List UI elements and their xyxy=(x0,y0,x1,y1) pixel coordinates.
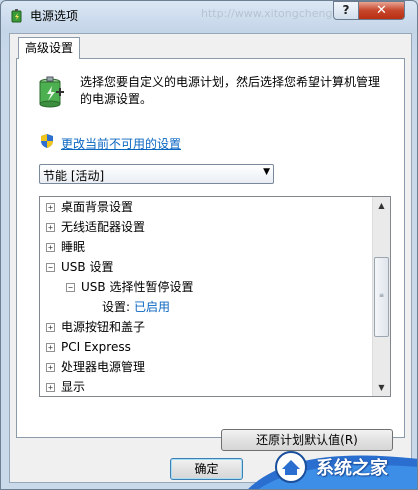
title-bar[interactable]: 电源选项 http://www.xitongcheng.com ? ✕ xyxy=(1,1,417,29)
tree-item-processor-power[interactable]: + 处理器电源管理 xyxy=(46,357,145,377)
expand-icon[interactable]: + xyxy=(46,223,55,232)
expand-icon[interactable]: + xyxy=(46,323,55,332)
change-unavailable-settings-link[interactable]: 更改当前不可用的设置 xyxy=(61,135,181,152)
collapse-icon[interactable]: − xyxy=(46,263,55,272)
scrollbar-thumb[interactable]: ≡ xyxy=(374,257,389,337)
collapse-icon[interactable]: − xyxy=(66,283,75,292)
expand-icon[interactable]: + xyxy=(46,243,55,252)
tree-item-label: USB 选择性暂停设置 xyxy=(81,280,194,294)
expand-icon[interactable]: + xyxy=(46,383,55,392)
expand-icon[interactable]: + xyxy=(46,343,55,352)
help-button[interactable]: ? xyxy=(333,1,359,20)
tree-item-label: 处理器电源管理 xyxy=(61,360,146,374)
power-plan-dropdown[interactable]: 节能 [活动] ▼ xyxy=(39,164,274,184)
tree-item-label: 电源按钮和盖子 xyxy=(61,320,146,334)
tree-item-pci-express[interactable]: + PCI Express xyxy=(46,337,131,357)
site-logo: 系统之家 xyxy=(246,441,417,489)
tree-item-setting-value[interactable]: 设置: 已启用 xyxy=(102,297,170,317)
tree-item-usb-settings[interactable]: − USB 设置 xyxy=(46,257,113,277)
tab-advanced-settings[interactable]: 高级设置 xyxy=(18,37,81,59)
close-button[interactable]: ✕ xyxy=(358,1,405,20)
tree-item-label: 桌面背景设置 xyxy=(61,200,134,214)
uac-shield-icon xyxy=(41,134,53,148)
power-plan-value: 节能 [活动] xyxy=(43,169,105,183)
chevron-down-icon: ▼ xyxy=(263,167,270,177)
tree-item-usb-selective-suspend[interactable]: − USB 选择性暂停设置 xyxy=(66,277,193,297)
expand-icon[interactable]: + xyxy=(46,203,55,212)
tree-item-power-buttons-lid[interactable]: + 电源按钮和盖子 xyxy=(46,317,145,337)
expand-icon[interactable]: + xyxy=(46,363,55,372)
dialog-content: 高级设置 选择您要自定义的电源计划，然后选择您希望计算机管理的电源设置。 更改当… xyxy=(9,33,412,483)
tree-item-label: 显示 xyxy=(61,380,86,394)
tree-item-wireless-adapter[interactable]: + 无线适配器设置 xyxy=(46,217,145,237)
tree-item-display[interactable]: + 显示 xyxy=(46,377,86,396)
advanced-settings-panel: 选择您要自定义的电源计划，然后选择您希望计算机管理的电源设置。 更改当前不可用的… xyxy=(16,58,405,451)
setting-value[interactable]: 已启用 xyxy=(134,300,170,314)
tree-item-desktop-background[interactable]: + 桌面背景设置 xyxy=(46,197,133,217)
ok-button[interactable]: 确定 xyxy=(170,458,243,480)
setting-label: 设置: xyxy=(102,300,131,314)
tree-item-label: 睡眠 xyxy=(61,240,86,254)
logo-text: 系统之家 xyxy=(316,458,388,479)
settings-tree[interactable]: + 桌面背景设置 + 无线适配器设置 + 睡眠 − USB 设置 − USB 选择性暂停设… xyxy=(39,196,391,397)
power-options-window: 电源选项 http://www.xitongcheng.com ? ✕ 高级设置… xyxy=(0,0,418,490)
tree-item-label: 无线适配器设置 xyxy=(61,220,146,234)
scroll-up-icon[interactable]: ▲ xyxy=(373,197,390,214)
vertical-scrollbar[interactable]: ▲ ≡ ▼ xyxy=(372,197,390,396)
description-text: 选择您要自定义的电源计划，然后选择您希望计算机管理的电源设置。 xyxy=(80,75,381,106)
tree-item-label: PCI Express xyxy=(61,340,131,354)
scroll-down-icon[interactable]: ▼ xyxy=(373,379,390,396)
power-options-icon xyxy=(11,9,22,23)
battery-icon xyxy=(39,76,64,108)
tree-item-label: USB 设置 xyxy=(61,260,114,274)
grip-icon: ≡ xyxy=(379,292,385,299)
tree-item-sleep[interactable]: + 睡眠 xyxy=(46,237,85,257)
window-title: 电源选项 xyxy=(30,9,79,23)
